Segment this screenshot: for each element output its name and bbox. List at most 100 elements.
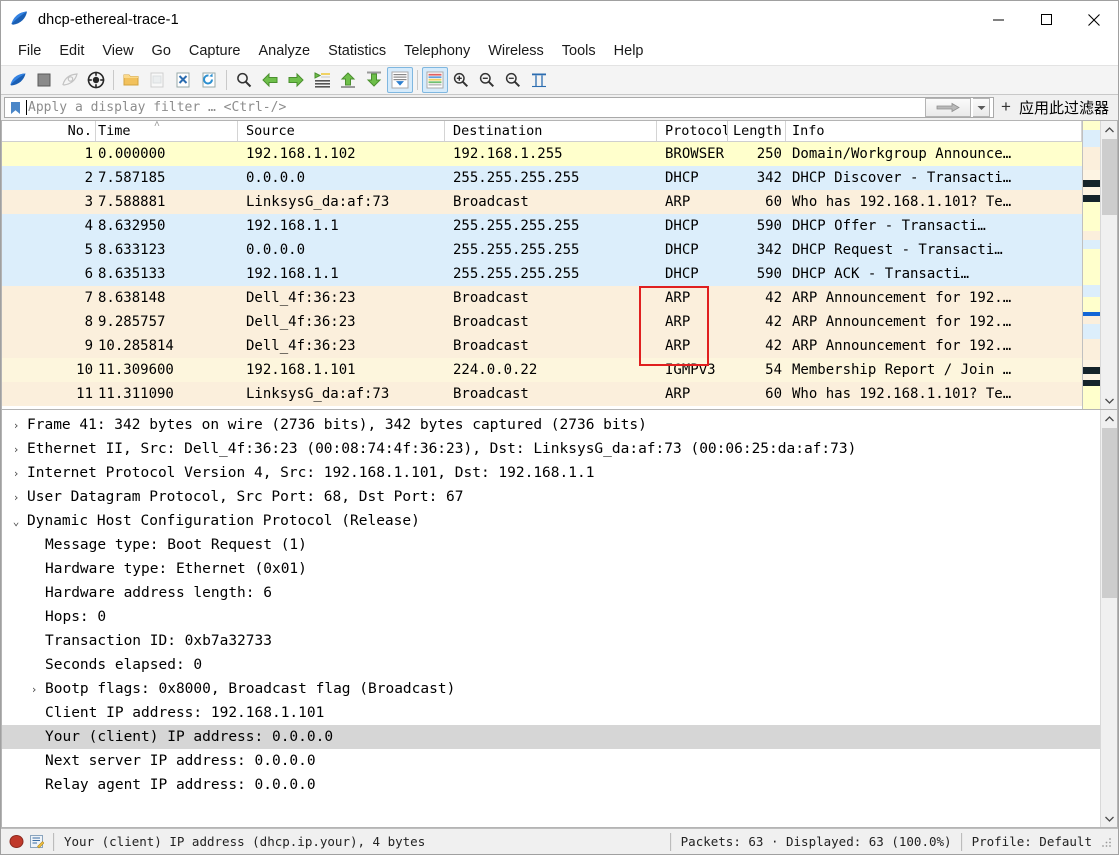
detail-dhcp[interactable]: ⌄ Dynamic Host Configuration Protocol (Re…	[2, 509, 1100, 533]
minimize-button[interactable]	[974, 1, 1022, 38]
packet-cell-protocol: DHCP	[665, 266, 699, 282]
go-forward-icon[interactable]	[283, 67, 309, 93]
packet-row[interactable]: 8 9.285757 Dell_4f:36:23 Broadcast ARP 42 ARP …	[2, 310, 1082, 334]
stop-capture-icon[interactable]	[31, 67, 57, 93]
detail-message-type[interactable]: ·Message type: Boot Request (1)	[2, 533, 1100, 557]
packet-map-scrollbar[interactable]	[1082, 121, 1100, 409]
scroll-up-icon[interactable]	[1101, 410, 1118, 427]
menu-file[interactable]: File	[9, 40, 50, 62]
detail-hardware-address-length[interactable]: ·Hardware address length: 6	[2, 581, 1100, 605]
chevron-right-icon[interactable]: ›	[8, 443, 24, 456]
detail-next-server-ip[interactable]: ·Next server IP address: 0.0.0.0	[2, 749, 1100, 773]
detail-transaction-id[interactable]: ·Transaction ID: 0xb7a32733	[2, 629, 1100, 653]
menu-tools[interactable]: Tools	[553, 40, 605, 62]
filter-bookmark-icon[interactable]	[5, 101, 25, 115]
column-header-no[interactable]: No.	[2, 121, 96, 141]
packet-row[interactable]: 4 8.632950 192.168.1.1 255.255.255.255 DHCP 5…	[2, 214, 1082, 238]
menu-help[interactable]: Help	[605, 40, 653, 62]
scroll-down-icon[interactable]	[1101, 810, 1118, 827]
packet-row[interactable]: 7 8.638148 Dell_4f:36:23 Broadcast ARP 42 ARP …	[2, 286, 1082, 310]
scroll-up-icon[interactable]	[1101, 121, 1118, 138]
go-to-packet-icon[interactable]	[309, 67, 335, 93]
open-file-icon[interactable]	[118, 67, 144, 93]
menu-edit[interactable]: Edit	[50, 40, 93, 62]
apply-filter-button[interactable]	[925, 98, 972, 117]
detail-vertical-scrollbar[interactable]	[1100, 410, 1117, 827]
detail-seconds-elapsed[interactable]: ·Seconds elapsed: 0	[2, 653, 1100, 677]
detail-frame[interactable]: › Frame 41: 342 bytes on wire (2736 bits)…	[2, 413, 1100, 437]
start-capture-icon[interactable]	[5, 67, 31, 93]
detail-ethernet[interactable]: › Ethernet II, Src: Dell_4f:36:23 (00:08:…	[2, 437, 1100, 461]
detail-relay-agent-ip[interactable]: ·Relay agent IP address: 0.0.0.0	[2, 773, 1100, 797]
chevron-down-icon[interactable]	[973, 98, 991, 117]
chevron-right-icon[interactable]: ›	[8, 467, 24, 480]
packet-row[interactable]: 11 11.311090 LinksysG_da:af:73 Broadcast ARP…	[2, 382, 1082, 406]
detail-client-ip[interactable]: ·Client IP address: 192.168.1.101	[2, 701, 1100, 725]
detail-row-label: Next server IP address: 0.0.0.0	[45, 753, 316, 769]
detail-bootp-flags[interactable]: › Bootp flags: 0x8000, Broadcast flag (Br…	[2, 677, 1100, 701]
packet-list-pane: No. Time Source Destination Protocol Len…	[1, 120, 1118, 410]
zoom-in-icon[interactable]	[448, 67, 474, 93]
packet-row[interactable]: 3 7.588881 LinksysG_da:af:73 Broadcast ARP 60…	[2, 190, 1082, 214]
menu-statistics[interactable]: Statistics	[319, 40, 395, 62]
zoom-reset-icon[interactable]	[500, 67, 526, 93]
detail-udp[interactable]: › User Datagram Protocol, Src Port: 68, D…	[2, 485, 1100, 509]
menu-go[interactable]: Go	[143, 40, 180, 62]
packet-row[interactable]: 1 0.000000 192.168.1.102 192.168.1.255 BROWS…	[2, 142, 1082, 166]
detail-hardware-type[interactable]: ·Hardware type: Ethernet (0x01)	[2, 557, 1100, 581]
status-profile-text[interactable]: Profile: Default	[972, 834, 1092, 849]
find-packet-icon[interactable]	[231, 67, 257, 93]
packet-row[interactable]: 5 8.633123 0.0.0.0 255.255.255.255 DHCP 342 DH…	[2, 238, 1082, 262]
column-header-length[interactable]: Length	[728, 121, 786, 141]
detail-hops[interactable]: ·Hops: 0	[2, 605, 1100, 629]
zoom-out-icon[interactable]	[474, 67, 500, 93]
menu-capture[interactable]: Capture	[180, 40, 250, 62]
column-header-source[interactable]: Source	[238, 121, 445, 141]
column-header-destination[interactable]: Destination	[445, 121, 657, 141]
chevron-right-icon[interactable]: ›	[26, 683, 42, 696]
colorize-icon[interactable]	[422, 67, 448, 93]
autoscroll-icon[interactable]	[387, 67, 413, 93]
expert-info-icon[interactable]	[9, 834, 24, 849]
packet-cell-no: 6	[84, 266, 93, 282]
resize-columns-icon[interactable]	[526, 67, 552, 93]
capture-options-icon[interactable]	[83, 67, 109, 93]
go-back-icon[interactable]	[257, 67, 283, 93]
scrollbar-thumb[interactable]	[1102, 428, 1117, 598]
menu-bar: File Edit View Go Capture Analyze Statis…	[1, 38, 1118, 65]
menu-analyze[interactable]: Analyze	[249, 40, 319, 62]
close-file-icon[interactable]	[170, 67, 196, 93]
packet-cell-protocol: ARP	[665, 314, 691, 330]
detail-row-label: Message type: Boot Request (1)	[45, 537, 307, 553]
column-header-info[interactable]: Info	[786, 121, 1082, 141]
menu-view[interactable]: View	[93, 40, 142, 62]
packet-row[interactable]: 9 10.285814 Dell_4f:36:23 Broadcast ARP 42 ARP…	[2, 334, 1082, 358]
packet-row[interactable]: 10 11.309600 192.168.1.101 224.0.0.22 IGMPv3…	[2, 358, 1082, 382]
reload-file-icon[interactable]	[196, 67, 222, 93]
go-first-packet-icon[interactable]	[335, 67, 361, 93]
column-header-time[interactable]: Time	[96, 121, 238, 141]
resize-grip-icon[interactable]	[1100, 835, 1114, 849]
detail-your-client-ip[interactable]: ·Your (client) IP address: 0.0.0.0	[2, 725, 1100, 749]
add-filter-button[interactable]: +	[998, 97, 1019, 119]
scrollbar-thumb[interactable]	[1102, 139, 1117, 215]
chevron-right-icon[interactable]: ›	[8, 491, 24, 504]
close-button[interactable]	[1070, 1, 1118, 38]
maximize-button[interactable]	[1022, 1, 1070, 38]
scroll-down-icon[interactable]	[1101, 392, 1118, 409]
menu-wireless[interactable]: Wireless	[479, 40, 553, 62]
packet-row[interactable]: 2 7.587185 0.0.0.0 255.255.255.255 DHCP 342 DH…	[2, 166, 1082, 190]
column-header-protocol[interactable]: Protocol	[657, 121, 728, 141]
packet-cell-info: ARP Announcement for 192.…	[792, 338, 1012, 354]
packet-list-vertical-scrollbar[interactable]	[1100, 121, 1117, 409]
tree-spacer: ·	[26, 707, 42, 720]
packet-row[interactable]: 6 8.635133 192.168.1.1 255.255.255.255 DHCP 5…	[2, 262, 1082, 286]
chevron-right-icon[interactable]: ›	[8, 419, 24, 432]
menu-telephony[interactable]: Telephony	[395, 40, 479, 62]
status-separator	[669, 832, 672, 851]
display-filter-input[interactable]: Apply a display filter … <Ctrl-/>	[4, 97, 995, 118]
capture-comment-icon[interactable]	[29, 834, 44, 849]
go-last-packet-icon[interactable]	[361, 67, 387, 93]
detail-ipv4[interactable]: › Internet Protocol Version 4, Src: 192.1…	[2, 461, 1100, 485]
chevron-down-icon[interactable]: ⌄	[8, 515, 24, 528]
